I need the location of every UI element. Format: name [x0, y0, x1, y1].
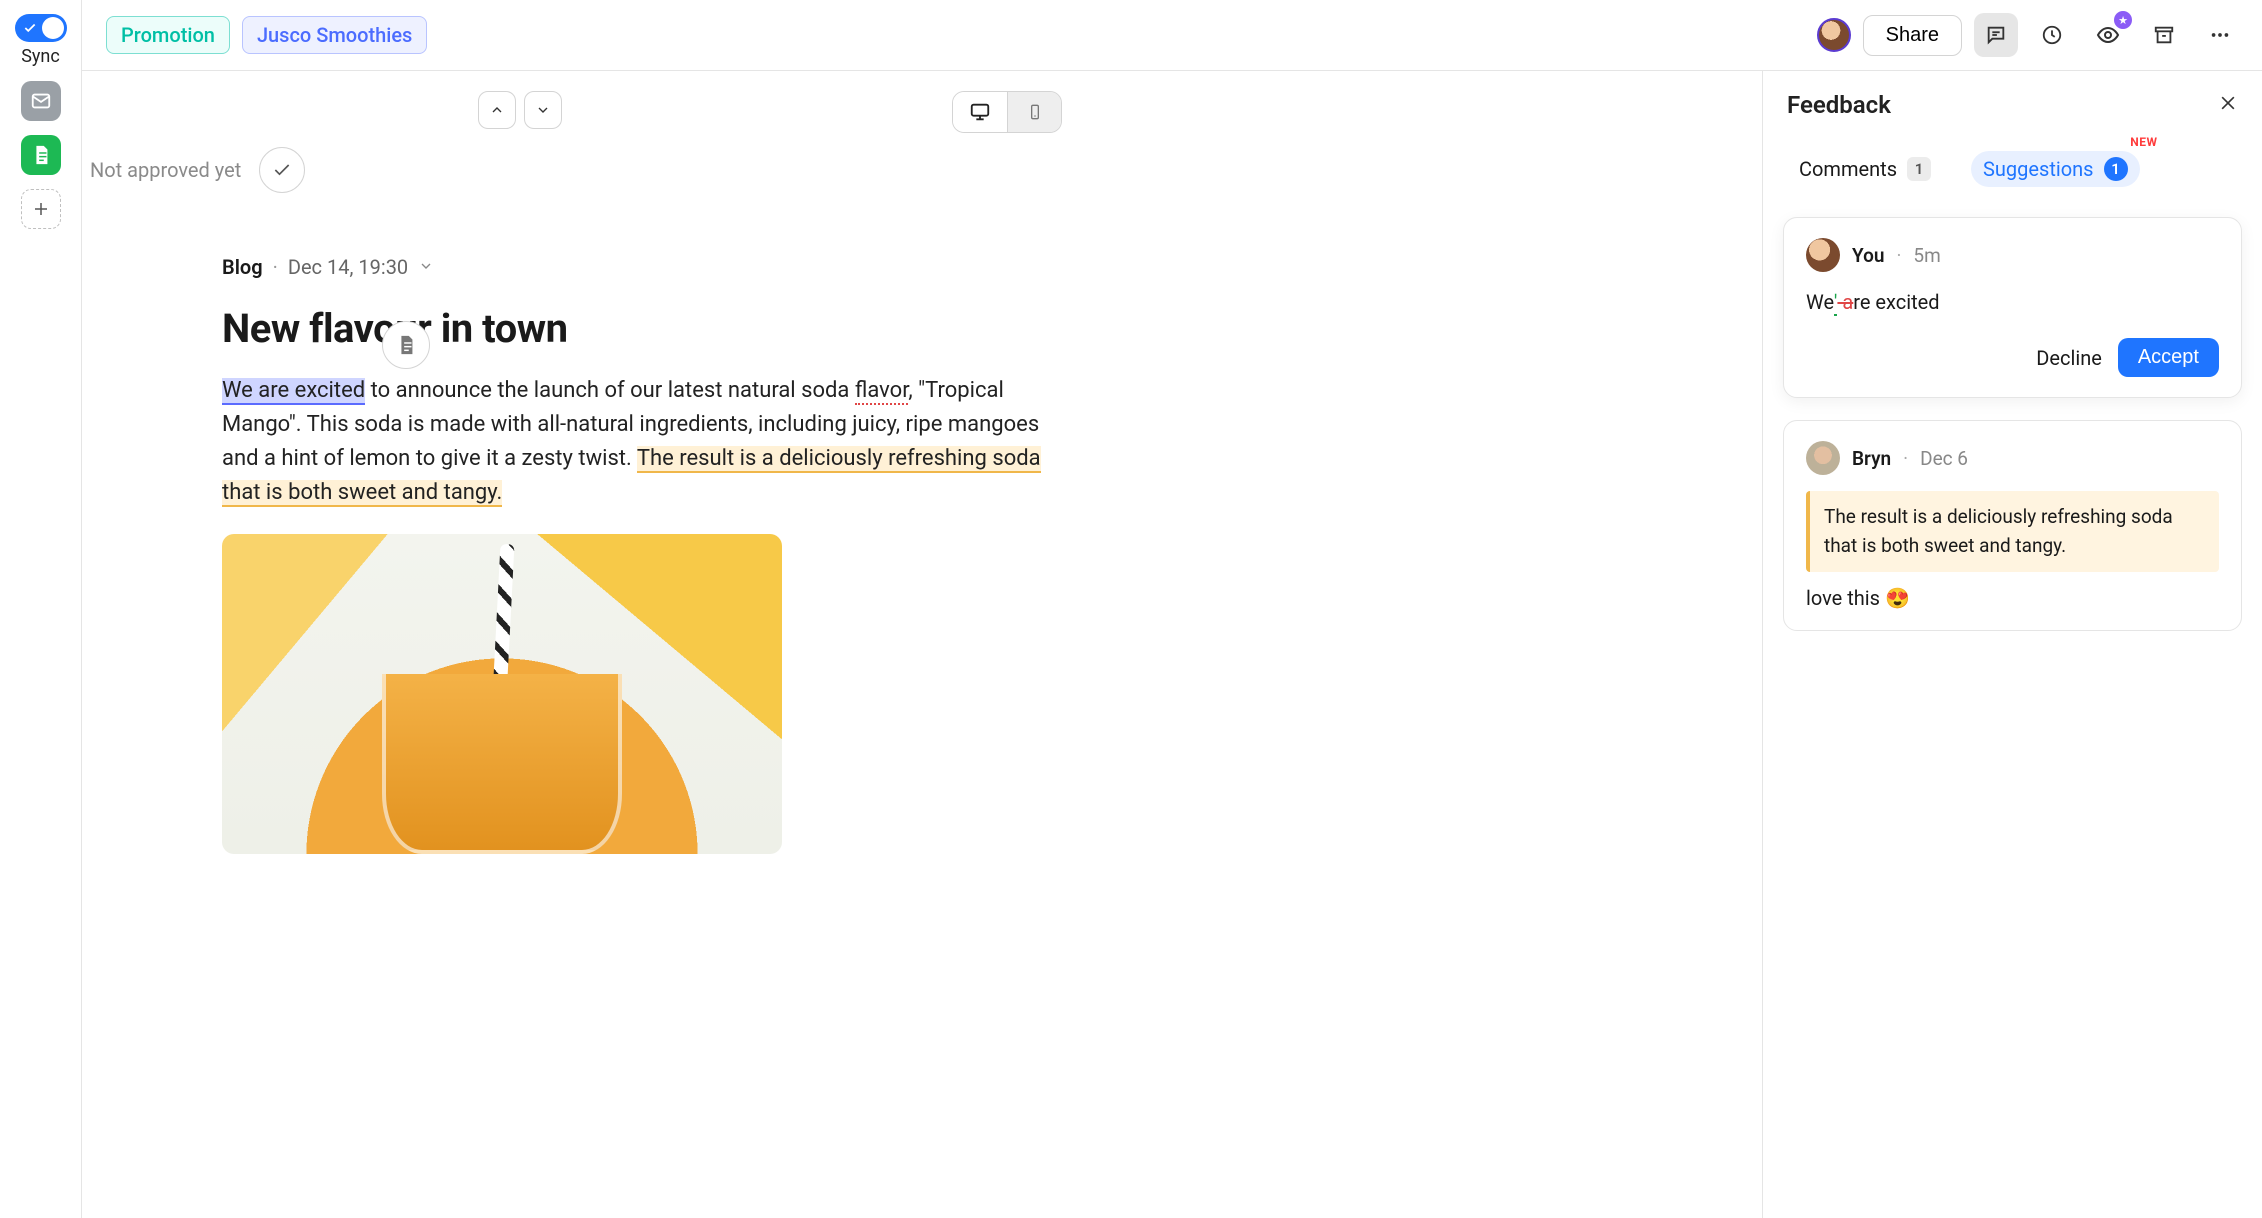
image-decoration: [382, 674, 622, 854]
post-body[interactable]: We are excited to announce the launch of…: [222, 374, 1062, 510]
nav-arrows: [478, 91, 562, 129]
tab-label: Comments: [1799, 157, 1897, 181]
card-header: Bryn · Dec 6: [1806, 441, 2219, 475]
avatar: [1806, 441, 1840, 475]
archive-button[interactable]: [2142, 13, 2186, 57]
sidebar-add-button[interactable]: [21, 189, 61, 229]
feedback-tabs: Comments 1 Suggestions 1 NEW: [1763, 129, 2262, 197]
spellcheck-highlight[interactable]: flavor: [855, 378, 908, 405]
post-meta[interactable]: Blog · Dec 14, 19:30: [222, 255, 1062, 279]
tab-comments[interactable]: Comments 1: [1787, 151, 1943, 187]
tab-count: 1: [1907, 157, 1931, 181]
avatar: [1806, 238, 1840, 272]
device-mobile-button[interactable]: [1007, 92, 1061, 132]
tab-label: Suggestions: [1983, 157, 2093, 181]
avatar[interactable]: [1817, 18, 1851, 52]
topbar: Promotion Jusco Smoothies Share ★: [82, 0, 2262, 70]
prev-post-button[interactable]: [478, 91, 516, 129]
feedback-cards: You · 5m We' are excited Decline Accept: [1763, 197, 2262, 651]
close-feedback-button[interactable]: [2218, 93, 2238, 117]
sync-group: Sync: [15, 14, 67, 67]
preview-button[interactable]: ★: [2086, 13, 2130, 57]
history-button[interactable]: [2030, 13, 2074, 57]
desktop-icon: [969, 101, 991, 123]
attached-doc-chip[interactable]: [382, 321, 430, 369]
post-hero-image[interactable]: [222, 534, 782, 854]
decline-button[interactable]: Decline: [2036, 346, 2102, 370]
suggestion-diff: We' are excited: [1806, 290, 2219, 314]
card-actions: Decline Accept: [1806, 338, 2219, 377]
content-row: Not approved yet Blog · Dec 14, 19:30: [82, 70, 2262, 1218]
star-badge-icon: ★: [2114, 11, 2132, 29]
suggestion-card[interactable]: You · 5m We' are excited Decline Accept: [1783, 217, 2242, 398]
approval-status: Not approved yet: [90, 158, 241, 182]
editor-column: Not approved yet Blog · Dec 14, 19:30: [82, 71, 1762, 1218]
left-rail: Sync: [0, 0, 82, 1218]
document-icon: [395, 334, 417, 356]
author-name: Bryn: [1852, 447, 1891, 470]
main-area: Promotion Jusco Smoothies Share ★: [82, 0, 2262, 1218]
tag-campaign[interactable]: Jusco Smoothies: [242, 16, 427, 54]
tab-count: 1: [2104, 157, 2128, 181]
archive-icon: [2153, 24, 2175, 46]
device-desktop-button[interactable]: [953, 92, 1007, 132]
feedback-toggle-button[interactable]: [1974, 13, 2018, 57]
sidebar-mail-button[interactable]: [21, 81, 61, 121]
post-title[interactable]: New flavour in town: [222, 305, 1062, 352]
feedback-panel: Feedback Comments 1 Suggestions 1 NEW: [1762, 71, 2262, 1218]
chat-icon: [1985, 24, 2007, 46]
chevron-down-icon: [418, 255, 434, 279]
diff-delete: a: [1837, 290, 1853, 314]
post-date: Dec 14, 19:30: [288, 255, 408, 279]
comment-body: love this 😍: [1806, 586, 2219, 610]
comment-quote: The result is a deliciously refreshing s…: [1806, 491, 2219, 572]
next-post-button[interactable]: [524, 91, 562, 129]
tab-suggestions[interactable]: Suggestions 1 NEW: [1971, 151, 2139, 187]
approve-button[interactable]: [259, 147, 305, 193]
tag-promotion[interactable]: Promotion: [106, 16, 230, 54]
suggestion-highlight[interactable]: We are excited: [222, 378, 365, 405]
close-icon: [2218, 93, 2238, 113]
sidebar-doc-button[interactable]: [21, 135, 61, 175]
feedback-header: Feedback: [1763, 71, 2262, 129]
document-icon: [30, 144, 52, 166]
clock-refresh-icon: [2041, 24, 2063, 46]
approval-row: Not approved yet: [82, 147, 1062, 193]
chevron-up-icon: [489, 102, 505, 118]
comment-card[interactable]: Bryn · Dec 6 The result is a deliciously…: [1783, 420, 2242, 631]
check-icon: [23, 21, 37, 35]
check-icon: [272, 160, 292, 180]
mobile-icon: [1027, 101, 1043, 123]
share-button[interactable]: Share: [1863, 15, 1962, 56]
more-button[interactable]: [2198, 13, 2242, 57]
sync-toggle[interactable]: [15, 14, 67, 42]
plus-icon: [32, 200, 50, 218]
new-badge: NEW: [2130, 135, 2157, 149]
more-horizontal-icon: [2209, 24, 2231, 46]
accept-button[interactable]: Accept: [2118, 338, 2219, 377]
device-toggle: [952, 91, 1062, 133]
timestamp: Dec 6: [1920, 447, 1968, 470]
author-name: You: [1852, 244, 1884, 267]
chevron-down-icon: [535, 102, 551, 118]
sync-label: Sync: [21, 46, 60, 67]
post-category: Blog: [222, 255, 263, 279]
card-header: You · 5m: [1806, 238, 2219, 272]
mail-icon: [30, 90, 52, 112]
timestamp: 5m: [1913, 244, 1940, 267]
feedback-title: Feedback: [1787, 91, 2218, 119]
